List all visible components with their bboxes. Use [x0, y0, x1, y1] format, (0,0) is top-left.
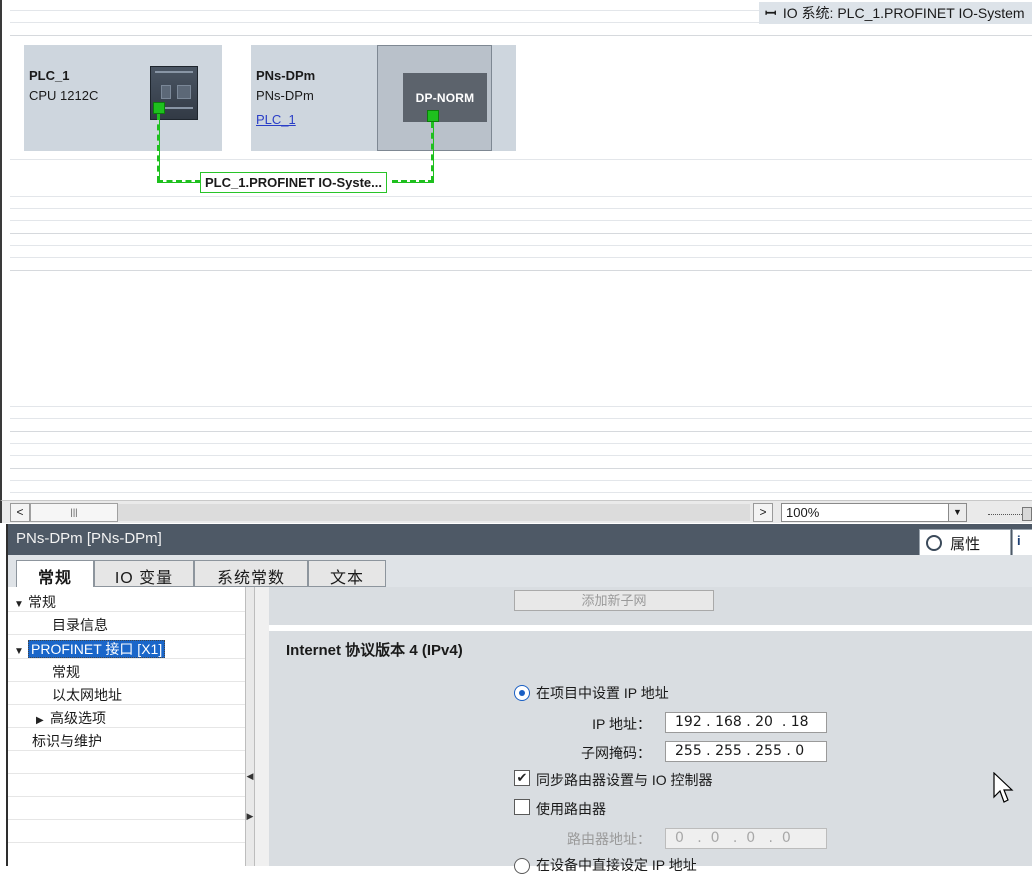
info-icon: i: [1017, 533, 1021, 548]
subnet-section: 添加新子网: [269, 587, 1032, 625]
properties-titlebar: PNs-DPm [PNs-DPm]: [6, 524, 1032, 555]
horizontal-scrollbar[interactable]: < ||| > 100% ▼: [0, 500, 1032, 523]
router-address-label: 路由器地址：: [567, 831, 651, 847]
sync-router-checkbox[interactable]: ✔: [514, 770, 530, 786]
info-tab[interactable]: i: [1012, 529, 1032, 555]
tree-empty-row: [8, 751, 245, 774]
tree-item-identification-maintenance[interactable]: 标识与维护: [8, 728, 245, 751]
chevron-down-icon[interactable]: ▼: [948, 504, 966, 521]
add-subnet-button[interactable]: 添加新子网: [514, 590, 714, 611]
tree-empty-row: [8, 797, 245, 820]
ipv4-section: Internet 协议版本 4 (IPv4) 在项目中设置 IP 地址 IP 地…: [269, 631, 1032, 874]
subnet-mask-input[interactable]: 255 . 255 . 255 . 0: [665, 741, 827, 762]
set-ip-on-device-radio[interactable]: [514, 858, 530, 874]
scroll-right-button[interactable]: >: [753, 503, 773, 522]
tree-item-advanced-options[interactable]: ▶ 高级选项: [8, 705, 245, 728]
tree-item-label: 以太网地址: [52, 687, 122, 703]
properties-tab-row: 常规 IO 变量 系统常数 文本: [6, 555, 1032, 588]
plc-profinet-port-icon[interactable]: [153, 102, 165, 114]
use-router-label: 使用路由器: [536, 801, 606, 817]
zoom-slider-thumb[interactable]: [1022, 507, 1032, 521]
properties-tab[interactable]: 属性: [919, 529, 1011, 555]
dp-norm-module-icon[interactable]: DP-NORM: [403, 73, 487, 122]
scroll-left-button[interactable]: <: [10, 503, 30, 522]
tree-item-catalog-info[interactable]: 目录信息: [8, 612, 245, 635]
tree-item-label: 目录信息: [52, 617, 108, 633]
scroll-thumb[interactable]: |||: [30, 503, 118, 522]
tree-empty-row: [8, 820, 245, 843]
content-gutter: [255, 587, 269, 866]
zoom-select[interactable]: 100% ▼: [781, 503, 967, 522]
properties-tab-label: 属性: [950, 536, 981, 553]
zoom-value: 100%: [786, 505, 820, 520]
mouse-cursor-icon: [993, 772, 1014, 803]
io-system-header: ꟷ IO 系统: PLC_1.PROFINET IO-System: [759, 2, 1032, 24]
tree-item-label: 常规: [28, 594, 56, 610]
router-address-input[interactable]: 0 . 0 . 0 . 0: [665, 828, 827, 849]
subnet-mask-label: 子网掩码：: [581, 745, 651, 761]
collapse-left-icon[interactable]: ◀: [246, 771, 254, 782]
expand-icon[interactable]: ▶: [36, 715, 50, 726]
tree-splitter[interactable]: ◀ ▶: [245, 587, 255, 866]
tree-item-profinet-interface[interactable]: ▼ PROFINET 接口 [X1]: [8, 636, 245, 659]
io-system-title: IO 系统: PLC_1.PROFINET IO-System: [782, 5, 1025, 21]
profinet-network-label[interactable]: PLC_1.PROFINET IO-Syste...: [200, 172, 387, 193]
scroll-track[interactable]: [118, 504, 750, 521]
expand-icon[interactable]: ▼: [14, 599, 28, 610]
io-controller-link[interactable]: PLC_1: [256, 112, 296, 127]
tab-system-constants[interactable]: 系统常数: [194, 560, 308, 587]
network-line[interactable]: [431, 122, 434, 182]
pns-profinet-port-icon[interactable]: [427, 110, 439, 122]
network-view-canvas[interactable]: ꟷ IO 系统: PLC_1.PROFINET IO-System PLC_1 …: [0, 0, 1032, 500]
tree-item-label: 常规: [52, 664, 80, 680]
tree-item-label: 高级选项: [50, 710, 106, 726]
network-line[interactable]: [392, 180, 434, 183]
set-ip-in-project-radio[interactable]: [514, 685, 530, 701]
set-ip-in-project-label: 在项目中设置 IP 地址: [536, 685, 669, 701]
network-line[interactable]: [157, 114, 160, 182]
pns-device-name: PNs-DPm: [256, 68, 316, 83]
ipv4-section-title: Internet 协议版本 4 (IPv4): [286, 642, 463, 659]
tab-texts[interactable]: 文本: [308, 560, 386, 587]
ip-address-input[interactable]: 192 . 168 . 20 . 18: [665, 712, 827, 733]
sync-router-label: 同步路由器设置与 IO 控制器: [536, 772, 713, 788]
set-ip-on-device-label: 在设备中直接设定 IP 地址: [536, 857, 697, 873]
tab-general[interactable]: 常规: [16, 560, 94, 588]
network-line[interactable]: [157, 180, 201, 183]
ip-address-label: IP 地址：: [592, 716, 651, 732]
tree-item-ethernet-addresses[interactable]: 以太网地址: [8, 682, 245, 705]
properties-title: PNs-DPm [PNs-DPm]: [16, 530, 162, 547]
properties-nav-tree: ▼ 常规 目录信息 ▼ PROFINET 接口 [X1] 常规 以太网地址 ▶ 高级选…: [6, 587, 245, 866]
tree-empty-row: [8, 774, 245, 797]
use-router-checkbox[interactable]: [514, 799, 530, 815]
expand-right-icon[interactable]: ▶: [246, 811, 254, 822]
pin-icon[interactable]: ꟷ: [765, 4, 779, 23]
tab-io-tags[interactable]: IO 变量: [94, 560, 194, 587]
tree-item-label: PROFINET 接口 [X1]: [28, 640, 166, 658]
plc-device-type: CPU 1212C: [29, 88, 99, 103]
tree-item-general[interactable]: ▼ 常规: [8, 589, 245, 612]
tree-item-interface-general[interactable]: 常规: [8, 659, 245, 682]
properties-content: 添加新子网 Internet 协议版本 4 (IPv4) 在项目中设置 IP 地…: [269, 587, 1032, 874]
tree-item-label: 标识与维护: [32, 733, 102, 749]
expand-icon[interactable]: ▼: [14, 646, 28, 657]
magnifier-icon: [926, 535, 942, 551]
plc-device-name: PLC_1: [29, 68, 70, 83]
pns-device-type: PNs-DPm: [256, 88, 314, 103]
